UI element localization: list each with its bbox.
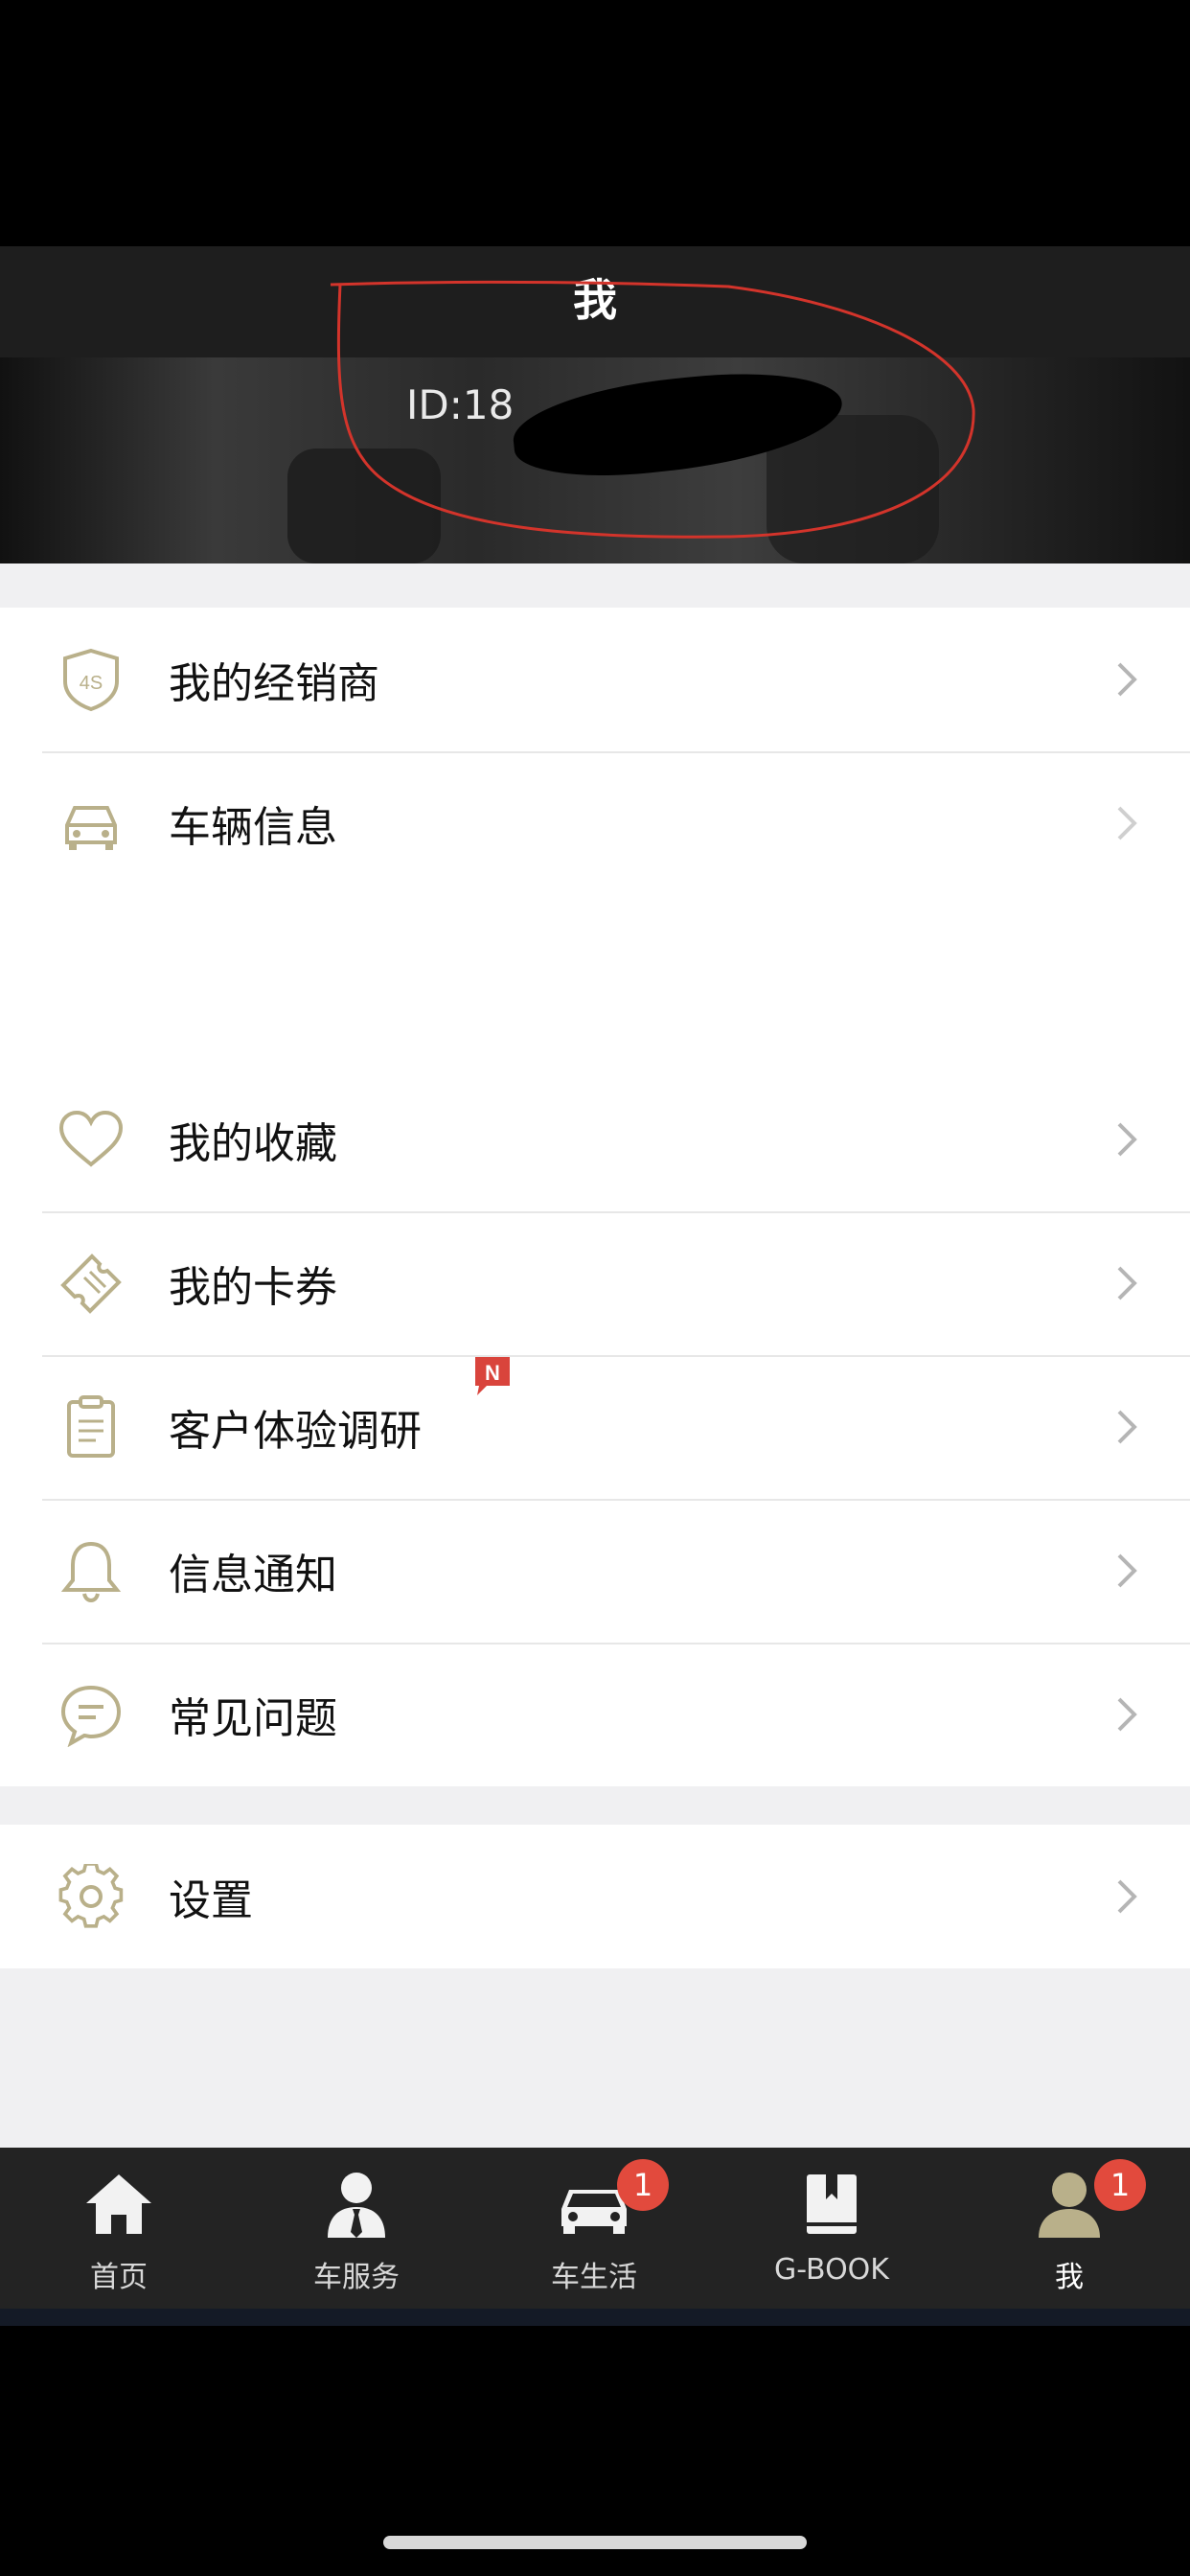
page-title: 我 [573,274,617,326]
chevron-right-icon [1117,1553,1137,1588]
heart-icon [58,1110,124,1167]
tab-me[interactable]: 1 我 [950,2148,1188,2309]
svg-text:4S: 4S [80,673,103,694]
chevron-right-icon [1117,1122,1137,1157]
menu-group-services: 我的收藏 我的卡券 客户体验调研 N 信息通知 常见问题 [0,1068,1190,1786]
tab-car-service[interactable]: 车服务 [238,2148,475,2309]
new-badge-label: N [485,1361,500,1385]
tab-label: 我 [1055,2261,1084,2294]
tab-home[interactable]: 首页 [0,2148,238,2309]
service-person-icon [328,2173,385,2238]
gear-icon [58,1864,124,1928]
menu-item-coupons[interactable]: 我的卡券 [0,1211,1190,1355]
banner-background-shape [287,448,441,564]
profile-banner[interactable]: ID:18 [0,357,1190,564]
menu-group-vehicle: 4S 我的经销商 车辆信息 [0,608,1190,895]
chevron-right-icon [1117,806,1137,840]
notification-badge: 1 [1094,2159,1146,2211]
new-badge-icon: N [475,1357,510,1395]
menu-item-vehicle-info[interactable]: 车辆信息 [0,751,1190,895]
tab-label: 首页 [90,2261,148,2294]
menu-group-settings: 设置 [0,1825,1190,1968]
chevron-right-icon [1117,1410,1137,1444]
ticket-icon [60,1254,122,1314]
dealer-4s-shield-icon: 4S [63,648,119,712]
home-icon [86,2174,151,2234]
menu-item-label: 我的收藏 [169,1119,337,1168]
blank-spacer [0,895,1190,1068]
content-area: 4S 我的经销商 车辆信息 我的收藏 我的卡券 客户体验调研 N 信息通知 常见… [0,564,1190,2148]
navigation-bar: 我 [0,246,1190,357]
clipboard-icon [67,1395,115,1458]
notification-badge: 1 [617,2159,669,2211]
menu-item-label: 我的经销商 [169,659,379,708]
tab-gbook[interactable]: G-BOOK [713,2148,950,2309]
tab-label: 车生活 [551,2261,637,2294]
tab-car-life[interactable]: 1 车生活 [475,2148,713,2309]
tab-label: 车服务 [313,2261,400,2294]
menu-item-label: 常见问题 [169,1694,337,1743]
menu-item-settings[interactable]: 设置 [0,1825,1190,1968]
menu-item-favorites[interactable]: 我的收藏 [0,1068,1190,1211]
menu-item-label: 信息通知 [169,1551,337,1599]
tab-label: G-BOOK [774,2253,889,2287]
menu-item-label: 车辆信息 [169,803,337,852]
menu-item-notifications[interactable]: 信息通知 [0,1499,1190,1643]
bottom-tab-bar: 首页 车服务 1 车生活 G-BOOK 1 我 [0,2148,1190,2326]
menu-item-label: 客户体验调研 [169,1407,422,1456]
menu-item-dealer[interactable]: 4S 我的经销商 [0,608,1190,751]
menu-item-survey[interactable]: 客户体验调研 N [0,1355,1190,1499]
menu-item-label: 我的卡券 [169,1263,337,1312]
bell-icon [60,1541,122,1603]
phone-screen: 我 ID:18 4S 我的经销商 车辆信息 我的收藏 我的卡券 客户体验调研 N… [0,0,1190,2576]
menu-item-faq[interactable]: 常见问题 [0,1643,1190,1786]
chevron-right-icon [1117,1266,1137,1300]
redaction-scribble [517,415,632,463]
home-indicator[interactable] [383,2536,807,2549]
chevron-right-icon [1117,662,1137,697]
chat-bubble-icon [60,1685,122,1747]
book-icon [807,2174,857,2234]
chevron-right-icon [1117,1879,1137,1914]
menu-item-label: 设置 [169,1876,253,1925]
car-icon [65,806,117,850]
user-id: ID:18 [406,381,515,428]
chevron-right-icon [1117,1697,1137,1732]
